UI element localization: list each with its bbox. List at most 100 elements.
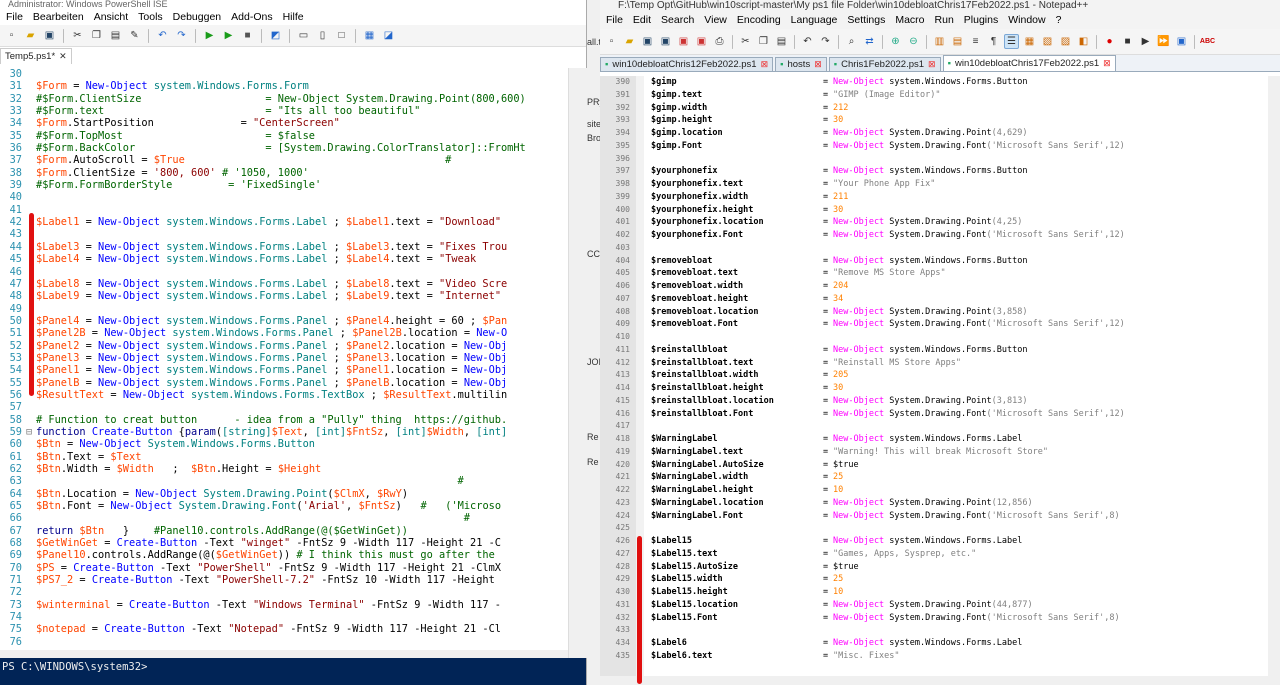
doc-map-icon[interactable]: ▦ bbox=[1022, 34, 1037, 49]
npp-tab[interactable]: ▪ win10debloatChris17Feb2022.ps1 ⊠ bbox=[942, 55, 1116, 71]
run-selection-icon[interactable]: ▶ bbox=[221, 28, 236, 43]
close-file-icon[interactable]: ▣ bbox=[676, 34, 691, 49]
undo-icon[interactable]: ↶ bbox=[155, 28, 170, 43]
code-line: 74 bbox=[0, 611, 568, 623]
indent-guide-icon[interactable]: ☰ bbox=[1004, 34, 1019, 49]
npp-tab[interactable]: ▪ win10debloatChris12Feb2022.ps1 ⊠ bbox=[600, 57, 774, 71]
code-line: 48 $Label9 = New-Object system.Windows.Fo… bbox=[0, 290, 568, 302]
new-file-icon[interactable]: ▫ bbox=[4, 28, 19, 43]
assigned-value: "Warning! This will break Microsoft Stor… bbox=[833, 446, 1048, 457]
redo-icon[interactable]: ↷ bbox=[174, 28, 189, 43]
show-script-pane-top-icon[interactable]: ▭ bbox=[296, 28, 311, 43]
close-icon[interactable]: ⊠ bbox=[761, 59, 769, 70]
tab-temp5[interactable]: Temp5.ps1* ✕ bbox=[0, 48, 72, 64]
line-number: 34 bbox=[9, 117, 22, 130]
menu-settings[interactable]: Settings bbox=[847, 14, 885, 26]
code-token: .Height = bbox=[215, 463, 278, 475]
close-icon[interactable]: ⊠ bbox=[1103, 58, 1111, 69]
npp-editor[interactable]: 390 $gimp = New-Object system.Windows.Forms… bbox=[600, 76, 1268, 676]
play-macro-icon[interactable]: ▶ bbox=[1138, 34, 1153, 49]
menu-bearbeiten[interactable]: Bearbeiten bbox=[33, 11, 84, 23]
stop-icon[interactable]: ■ bbox=[240, 28, 255, 43]
menu-addons[interactable]: Add-Ons bbox=[231, 11, 272, 23]
cut-icon[interactable]: ✂ bbox=[738, 34, 753, 49]
run-icon[interactable]: ▶ bbox=[202, 28, 217, 43]
record-macro-icon[interactable]: ● bbox=[1102, 34, 1117, 49]
script-editor[interactable]: 30 31 $Form = New-Object system.Windows.Fo… bbox=[0, 68, 568, 658]
show-script-pane-right-icon[interactable]: ▯ bbox=[315, 28, 330, 43]
menu-window[interactable]: Window bbox=[1008, 14, 1045, 26]
folder-as-workspace-icon[interactable]: ▨ bbox=[1058, 34, 1073, 49]
show-script-pane-max-icon[interactable]: □ bbox=[334, 28, 349, 43]
keyword-new-object: New-Object bbox=[833, 497, 885, 508]
copy-icon[interactable]: ❐ bbox=[756, 34, 771, 49]
npp-vertical-scrollbar[interactable] bbox=[1268, 76, 1280, 676]
menu-run[interactable]: Run bbox=[935, 14, 954, 26]
code-line: 422 $WarningLabel.height = 10 bbox=[600, 484, 1268, 497]
menu-file[interactable]: File bbox=[6, 11, 23, 23]
line-number: 64 bbox=[9, 487, 22, 500]
sync-vertical-icon[interactable]: ▥ bbox=[932, 34, 947, 49]
paste-icon[interactable]: ▤ bbox=[774, 34, 789, 49]
open-folder-icon[interactable]: ▰ bbox=[23, 28, 38, 43]
menu-tools[interactable]: Tools bbox=[138, 11, 163, 23]
new-file-icon[interactable]: ▫ bbox=[604, 34, 619, 49]
console-pane[interactable]: PS C:\WINDOWS\system32> bbox=[0, 658, 586, 685]
replace-icon[interactable]: ⇄ bbox=[862, 34, 877, 49]
save-all-icon[interactable]: ▣ bbox=[658, 34, 673, 49]
sync-horizontal-icon[interactable]: ▤ bbox=[950, 34, 965, 49]
code-token: -Text bbox=[153, 561, 198, 574]
save-macro-icon[interactable]: ▣ bbox=[1174, 34, 1189, 49]
menu-encoding[interactable]: Encoding bbox=[737, 14, 781, 26]
zoom-in-icon[interactable]: ⊕ bbox=[888, 34, 903, 49]
menu-edit[interactable]: Edit bbox=[633, 14, 651, 26]
vertical-scrollbar[interactable] bbox=[568, 68, 587, 658]
run-macro-multiple-icon[interactable]: ⏩ bbox=[1156, 34, 1171, 49]
menu-ansicht[interactable]: Ansicht bbox=[94, 11, 128, 23]
copy-icon[interactable]: ❐ bbox=[89, 28, 104, 43]
paste-icon[interactable]: ▤ bbox=[108, 28, 123, 43]
cut-icon[interactable]: ✂ bbox=[70, 28, 85, 43]
close-icon[interactable]: ⊠ bbox=[814, 59, 822, 70]
code-token: $Text bbox=[110, 450, 142, 463]
menu-language[interactable]: Language bbox=[791, 14, 838, 26]
menu-file[interactable]: File bbox=[606, 14, 623, 26]
code-token: "Windows Terminal" bbox=[253, 598, 365, 611]
menu-macro[interactable]: Macro bbox=[895, 14, 924, 26]
redo-icon[interactable]: ↷ bbox=[818, 34, 833, 49]
zoom-out-icon[interactable]: ⊖ bbox=[906, 34, 921, 49]
npp-tab[interactable]: ▪ hosts ⊠ bbox=[775, 57, 827, 71]
clear-icon[interactable]: ✎ bbox=[127, 28, 142, 43]
close-all-icon[interactable]: ▣ bbox=[694, 34, 709, 49]
stop-macro-icon[interactable]: ■ bbox=[1120, 34, 1135, 49]
fold-marker[interactable]: ⊟ bbox=[26, 426, 36, 438]
remote-powershell-icon[interactable]: ◩ bbox=[268, 28, 283, 43]
line-number: 63 bbox=[9, 475, 22, 488]
horizontal-scrollbar[interactable] bbox=[0, 650, 568, 658]
spellcheck-icon[interactable]: ABC bbox=[1200, 34, 1215, 49]
menu-view[interactable]: View bbox=[704, 14, 727, 26]
show-all-chars-icon[interactable]: ¶ bbox=[986, 34, 1001, 49]
show-commands-icon[interactable]: ▦ bbox=[362, 28, 377, 43]
menu-hilfe[interactable]: Hilfe bbox=[283, 11, 304, 23]
npp-tab[interactable]: ▪ Chris1Feb2022.ps1 ⊠ bbox=[828, 57, 941, 71]
word-wrap-icon[interactable]: ≡ bbox=[968, 34, 983, 49]
save-icon[interactable]: ▣ bbox=[42, 28, 57, 43]
find-icon[interactable]: ⌕ bbox=[844, 34, 859, 49]
function-list-icon[interactable]: ▧ bbox=[1040, 34, 1055, 49]
code-token: $Label4 bbox=[36, 253, 80, 266]
save-icon[interactable]: ▣ bbox=[640, 34, 655, 49]
menu-search[interactable]: Search bbox=[661, 14, 694, 26]
menu-plugins[interactable]: Plugins bbox=[964, 14, 998, 26]
open-file-icon[interactable]: ▰ bbox=[622, 34, 637, 49]
menu-help[interactable]: ? bbox=[1056, 14, 1062, 26]
print-icon[interactable]: ⎙ bbox=[712, 34, 727, 49]
close-icon[interactable]: ⊠ bbox=[928, 59, 936, 70]
code-line: 415 $reinstallbloat.location = New-Object S… bbox=[600, 395, 1268, 408]
show-addon-icon[interactable]: ◪ bbox=[381, 28, 396, 43]
undo-icon[interactable]: ↶ bbox=[800, 34, 815, 49]
code-token: New-Object bbox=[98, 364, 161, 377]
close-icon[interactable]: ✕ bbox=[59, 51, 67, 62]
menu-debuggen[interactable]: Debuggen bbox=[173, 11, 221, 23]
monitoring-icon[interactable]: ◧ bbox=[1076, 34, 1091, 49]
